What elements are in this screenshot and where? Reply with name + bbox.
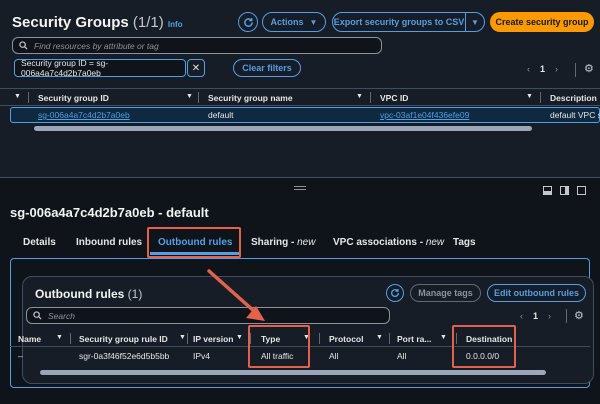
annotation-arrow <box>207 269 265 321</box>
